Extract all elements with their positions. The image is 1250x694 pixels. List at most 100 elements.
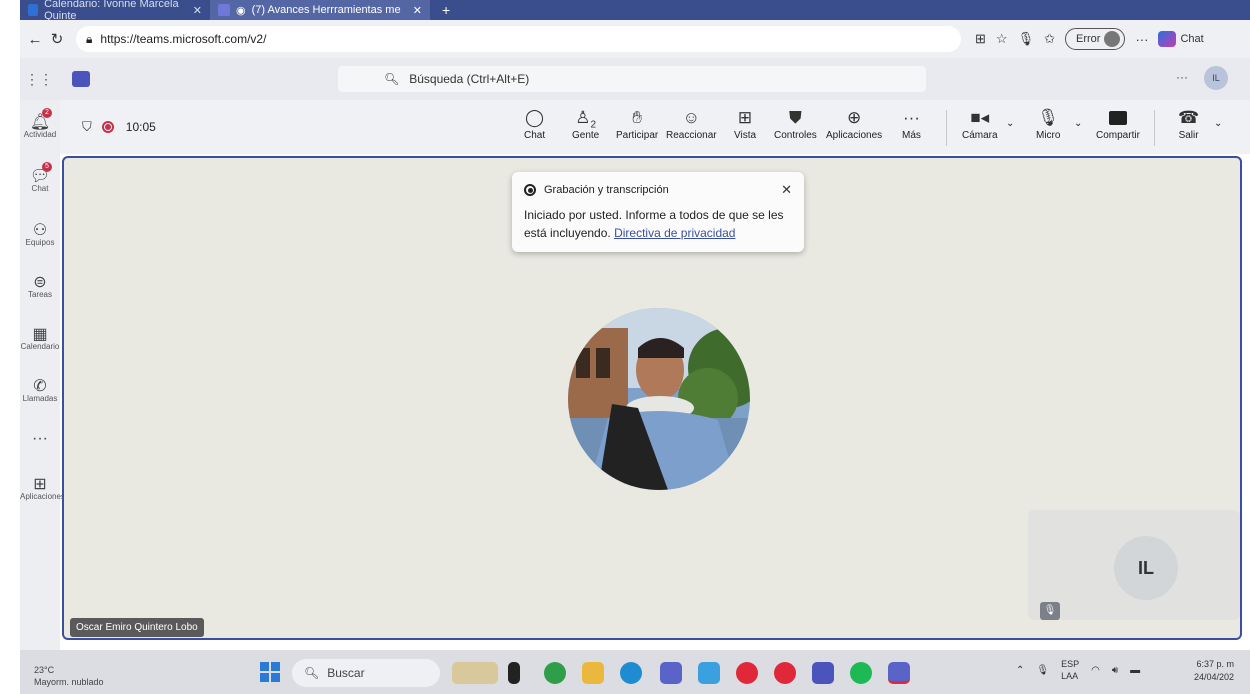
chrome-icon[interactable] [544,662,566,684]
back-icon[interactable]: ← [24,31,46,48]
recording-notification: Grabación y transcripción ✕ Iniciado por… [512,172,804,252]
leave-button[interactable]: ☎ Salir [1178,108,1199,141]
lang-top: ESP [1061,659,1080,669]
mic-button[interactable]: 🎙︎ Micro [1036,108,1060,141]
new-tab-button[interactable]: + [430,2,462,18]
view-button[interactable]: ⊞ Vista [734,108,756,141]
opera-icon[interactable] [774,662,796,684]
battery-icon[interactable]: ▬ [1130,665,1140,676]
clock[interactable]: 6:37 p. m 24/04/202 [1194,658,1234,684]
controls-button[interactable]: ⛊ Controles [774,108,817,141]
search-input[interactable]: 🔍︎ Búsqueda (Ctrl+Alt+E) [338,66,926,92]
chevron-down-icon[interactable]: ⌄ [1006,118,1014,129]
task-view-icon[interactable] [508,662,520,684]
search-icon: 🔍︎ [384,72,400,86]
teams-active-icon[interactable] [888,662,910,684]
url-field[interactable]: 🔒︎ https://teams.microsoft.com/v2/ [76,26,961,52]
bell-icon: 🔔︎ 2 [29,108,52,131]
apps-button[interactable]: ⊕ Aplicaciones [826,108,882,141]
meeting-stage: Grabación y transcripción ✕ Iniciado por… [62,156,1242,640]
copilot-label: Chat [1180,33,1204,45]
divider [946,110,947,146]
windows-taskbar: 23°C Mayorm. nublado 🔍︎ Buscar ⌃ 🎙︎ ESP … [20,650,1250,694]
share-button[interactable]: Compartir [1096,108,1140,141]
media-icon[interactable] [736,662,758,684]
view-label: Vista [734,130,757,141]
mic-icon[interactable]: 🎙︎ [1036,665,1049,676]
favorite-star-icon[interactable]: ☆ [996,31,1008,47]
settings-more-icon[interactable]: ··· [1176,70,1188,84]
error-label: Error [1075,33,1101,45]
edge-icon[interactable] [620,662,642,684]
rail-item-calendar[interactable]: ▦ Calendario [20,324,60,351]
privacy-policy-link[interactable]: Directiva de privacidad [614,226,735,240]
teams-taskbar-icon[interactable] [660,662,682,684]
wifi-icon[interactable]: ◠ [1091,665,1100,676]
file-explorer-icon[interactable] [582,662,604,684]
start-button-icon[interactable] [260,662,280,682]
system-tray: ⌃ 🎙︎ ESP LAA ◠ 🔊︎ ▬ [1016,658,1140,682]
tab-teams[interactable]: ◉ (7) Avances Herrramientas me ✕ [210,0,430,20]
close-icon[interactable]: ✕ [413,4,422,17]
spotify-icon[interactable] [850,662,872,684]
widgets-icon[interactable] [452,662,498,684]
shield-icon[interactable]: ⛉ [82,119,92,135]
weather-widget[interactable]: 23°C Mayorm. nublado [34,664,104,688]
lang-bottom: LAA [1061,671,1079,681]
copilot-chat-button[interactable]: Chat [1158,31,1204,47]
rail-item-more[interactable]: ··· [20,430,60,448]
camera-label: Cámara [962,130,998,141]
more-button[interactable]: ··· Más [902,108,921,141]
rail-label: Tareas [27,290,52,299]
smiley-icon: ☺ [682,108,700,127]
rail-label: Chat [31,184,49,193]
rail-item-teams[interactable]: ⚇ Equipos [20,220,60,247]
url-text: https://teams.microsoft.com/v2/ [100,32,267,46]
rail-item-tasks[interactable]: ⊜ Tareas [20,272,60,299]
app-launcher-icon[interactable]: ⋮⋮ [24,71,54,88]
react-button[interactable]: ☺ Reaccionar [666,108,717,141]
language-indicator[interactable]: ESP LAA [1061,658,1079,682]
self-avatar: IL [1114,536,1178,600]
chat-icon: ◯ [525,108,545,127]
rail-item-activity[interactable]: 🔔︎ 2 Actividad [20,108,60,139]
react-label: Reaccionar [666,130,717,141]
participant-avatar [568,308,750,490]
split-screen-icon[interactable]: ⊞ [975,31,986,47]
rail-item-calls[interactable]: ✆ Llamadas [20,376,60,403]
address-bar: ← ↻ 🔒︎ https://teams.microsoft.com/v2/ ⊞… [20,20,1250,58]
reload-icon[interactable]: ↻ [46,30,68,48]
teams-classic-icon[interactable] [812,662,834,684]
close-icon[interactable]: ✕ [781,182,792,198]
share-label: Compartir [1096,130,1140,141]
close-icon[interactable]: ✕ [193,4,202,17]
chevron-down-icon[interactable]: ⌄ [1214,118,1222,129]
add-icon: ⊕ [846,108,862,127]
user-avatar[interactable]: IL [1204,66,1228,90]
rail-label: Calendario [20,342,60,351]
self-video-tile[interactable]: IL 🎙︎ [1028,510,1240,620]
mic-icon[interactable]: 🎙︎ [1018,31,1035,47]
browser-more-icon[interactable]: ··· [1135,32,1148,47]
camera-button[interactable]: ■◂ Cámara [962,108,998,141]
chevron-up-icon[interactable]: ⌃ [1016,665,1024,676]
profile-error-button[interactable]: Error [1064,28,1126,50]
favorites-icon[interactable]: ✩ [1044,31,1055,47]
calendar-icon: ▦ [32,326,48,343]
volume-icon[interactable]: 🔊︎ [1112,665,1118,676]
taskbar-search[interactable]: 🔍︎ Buscar [292,659,440,687]
rail-item-chat[interactable]: 💬︎ 5 Chat [20,162,60,193]
chat-label: Chat [524,130,546,141]
recording-icon [101,121,114,133]
rail-item-apps[interactable]: ⊞ Aplicaciones [20,474,65,501]
raise-hand-button[interactable]: ✋︎ Participar [616,108,658,141]
people-button[interactable]: ♙2 Gente [572,108,599,141]
tab-calendar[interactable]: Calendario: Ivonne Marcela Quinte ✕ [20,0,210,22]
chat-button[interactable]: ◯ Chat [524,108,545,141]
tab-label: Calendario: Ivonne Marcela Quinte [44,0,179,22]
chevron-down-icon[interactable]: ⌄ [1074,118,1082,129]
leave-label: Salir [1178,130,1199,141]
lock-icon: 🔒︎ [86,31,93,46]
record-indicator-icon: ◉ [236,4,246,17]
copilot-taskbar-icon[interactable] [698,662,720,684]
